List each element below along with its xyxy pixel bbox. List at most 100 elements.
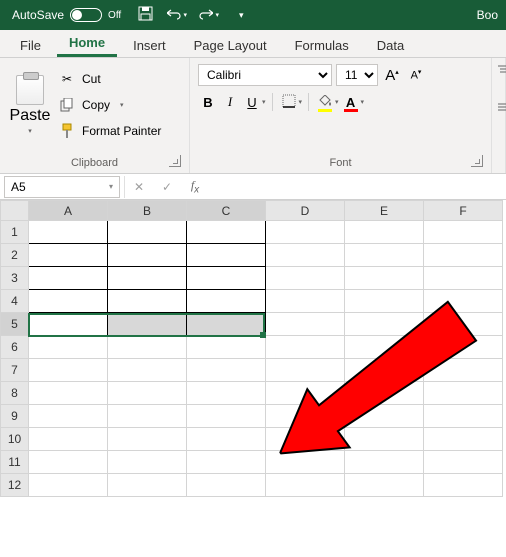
borders-button[interactable]	[279, 92, 299, 112]
row-header[interactable]: 7	[1, 359, 29, 382]
row-header[interactable]: 2	[1, 244, 29, 267]
column-header[interactable]: E	[345, 201, 424, 221]
row-header[interactable]: 10	[1, 428, 29, 451]
column-header[interactable]: A	[29, 201, 108, 221]
autosave-toggle[interactable]: AutoSave Off	[6, 8, 127, 22]
grow-font-button[interactable]: A▴	[382, 65, 402, 85]
cell[interactable]	[29, 474, 108, 497]
cell[interactable]	[187, 382, 266, 405]
tab-page-layout[interactable]: Page Layout	[182, 34, 279, 57]
insert-function-button[interactable]: fx	[181, 176, 209, 198]
cell[interactable]	[29, 451, 108, 474]
cell[interactable]	[29, 313, 108, 336]
cell[interactable]	[187, 313, 266, 336]
top-align-icon[interactable]	[498, 64, 499, 82]
row-header[interactable]: 9	[1, 405, 29, 428]
row-header[interactable]: 4	[1, 290, 29, 313]
redo-button[interactable]: ▾	[195, 2, 223, 28]
enter-formula-button[interactable]: ✓	[153, 176, 181, 198]
cell[interactable]	[29, 336, 108, 359]
select-all-corner[interactable]	[1, 201, 29, 221]
row-header[interactable]: 8	[1, 382, 29, 405]
dialog-launcher-icon[interactable]	[471, 155, 483, 167]
cell[interactable]	[108, 290, 187, 313]
cell[interactable]	[187, 267, 266, 290]
chevron-down-icon[interactable]: ▾	[335, 98, 339, 106]
save-button[interactable]	[131, 2, 159, 28]
row-header[interactable]: 12	[1, 474, 29, 497]
cell[interactable]	[29, 290, 108, 313]
cell[interactable]	[108, 244, 187, 267]
font-name-select[interactable]: Calibri	[198, 64, 332, 86]
cell[interactable]	[29, 221, 108, 244]
chevron-down-icon[interactable]: ▾	[299, 98, 303, 106]
name-box[interactable]: A5▾	[4, 176, 120, 198]
cell[interactable]	[108, 313, 187, 336]
cell[interactable]	[108, 267, 187, 290]
cell[interactable]	[108, 428, 187, 451]
paste-button[interactable]: Paste ▾	[6, 62, 54, 148]
font-size-select[interactable]: 11	[336, 64, 378, 86]
cell[interactable]	[424, 451, 503, 474]
cell[interactable]	[29, 359, 108, 382]
underline-button[interactable]: U	[242, 92, 262, 112]
cell[interactable]	[29, 382, 108, 405]
cut-button[interactable]: ✂Cut	[58, 68, 161, 90]
cell[interactable]	[266, 336, 345, 359]
column-header[interactable]: C	[187, 201, 266, 221]
column-header[interactable]: B	[108, 201, 187, 221]
cell[interactable]	[187, 290, 266, 313]
cell[interactable]	[29, 244, 108, 267]
row-header[interactable]: 6	[1, 336, 29, 359]
chevron-down-icon[interactable]: ▾	[262, 98, 266, 106]
cell[interactable]	[187, 221, 266, 244]
cell[interactable]	[424, 244, 503, 267]
cell[interactable]	[266, 313, 345, 336]
cell[interactable]	[345, 244, 424, 267]
cell[interactable]	[187, 359, 266, 382]
row-header[interactable]: 5	[1, 313, 29, 336]
cell[interactable]	[187, 451, 266, 474]
cell[interactable]	[108, 382, 187, 405]
row-header[interactable]: 1	[1, 221, 29, 244]
dialog-launcher-icon[interactable]	[169, 155, 181, 167]
left-align-icon[interactable]	[498, 100, 499, 118]
copy-button[interactable]: Copy▾	[58, 94, 161, 116]
tab-home[interactable]: Home	[57, 31, 117, 57]
cell[interactable]	[187, 474, 266, 497]
fill-color-button[interactable]	[315, 92, 335, 112]
cell[interactable]	[266, 244, 345, 267]
formula-input[interactable]	[209, 176, 506, 198]
cell[interactable]	[187, 244, 266, 267]
cell[interactable]	[424, 267, 503, 290]
cell[interactable]	[424, 221, 503, 244]
tab-file[interactable]: File	[8, 34, 53, 57]
cell[interactable]	[108, 221, 187, 244]
font-color-button[interactable]: A	[341, 92, 361, 112]
cell[interactable]	[108, 359, 187, 382]
cell[interactable]	[345, 221, 424, 244]
cell[interactable]	[108, 451, 187, 474]
cell[interactable]	[108, 336, 187, 359]
row-header[interactable]: 11	[1, 451, 29, 474]
column-header[interactable]: F	[424, 201, 503, 221]
tab-formulas[interactable]: Formulas	[283, 34, 361, 57]
cell[interactable]	[266, 221, 345, 244]
cell[interactable]	[266, 290, 345, 313]
tab-data[interactable]: Data	[365, 34, 416, 57]
cancel-formula-button[interactable]: ✕	[125, 176, 153, 198]
cell[interactable]	[187, 405, 266, 428]
cell[interactable]	[108, 405, 187, 428]
bold-button[interactable]: B	[198, 92, 218, 112]
chevron-down-icon[interactable]: ▾	[361, 98, 365, 106]
cell[interactable]	[108, 474, 187, 497]
cell[interactable]	[29, 267, 108, 290]
row-header[interactable]: 3	[1, 267, 29, 290]
column-header[interactable]: D	[266, 201, 345, 221]
undo-button[interactable]: ▾	[163, 2, 191, 28]
customize-qat-button[interactable]: ▾	[227, 2, 255, 28]
cell[interactable]	[187, 336, 266, 359]
cell[interactable]	[29, 405, 108, 428]
cell[interactable]	[424, 474, 503, 497]
shrink-font-button[interactable]: A▾	[406, 65, 426, 85]
